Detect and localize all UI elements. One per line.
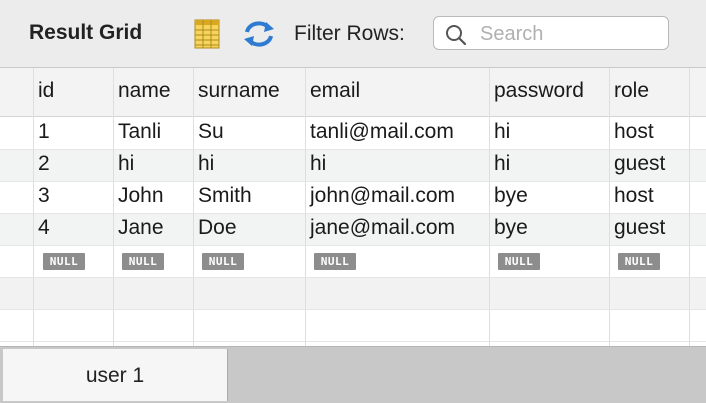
column-header-password[interactable]: password (494, 79, 584, 103)
search-icon (446, 25, 467, 46)
cell-email[interactable]: john@mail.com (310, 184, 455, 208)
row-divider (0, 309, 706, 310)
refresh-icon[interactable] (242, 19, 276, 49)
table-row[interactable]: 4 Jane Doe jane@mail.com bye guest (0, 213, 706, 245)
column-header-role[interactable]: role (614, 79, 649, 103)
cell-id[interactable]: 1 (38, 120, 50, 144)
cell-id[interactable]: 4 (38, 216, 50, 240)
row-divider (0, 213, 706, 214)
column-divider[interactable] (689, 68, 690, 346)
null-badge[interactable]: NULL (618, 253, 660, 270)
row-divider (0, 245, 706, 246)
search-field[interactable] (433, 16, 669, 50)
result-grid-title: Result Grid (29, 21, 143, 44)
result-tab-bar: user 1 (0, 346, 706, 403)
cell-password[interactable]: hi (494, 120, 510, 144)
column-divider[interactable] (113, 68, 114, 346)
empty-row (0, 277, 706, 309)
cell-name[interactable]: Tanli (118, 120, 161, 144)
cell-email[interactable]: hi (310, 152, 326, 176)
row-divider (0, 181, 706, 182)
table-row[interactable]: 3 John Smith john@mail.com bye host (0, 181, 706, 213)
cell-name[interactable]: hi (118, 152, 134, 176)
row-divider (0, 277, 706, 278)
cell-surname[interactable]: Smith (198, 184, 252, 208)
cell-email[interactable]: jane@mail.com (310, 216, 455, 240)
cell-password[interactable]: bye (494, 184, 528, 208)
column-divider[interactable] (193, 68, 194, 346)
filter-rows-label: Filter Rows: (294, 22, 405, 45)
cell-role[interactable]: guest (614, 152, 665, 176)
null-badge[interactable]: NULL (122, 253, 164, 270)
result-grid: id name surname email password role 1 Ta… (0, 68, 706, 346)
grid-view-icon[interactable] (194, 19, 220, 49)
column-header-email[interactable]: email (310, 79, 360, 103)
cell-name[interactable]: John (118, 184, 164, 208)
cell-surname[interactable]: Su (198, 120, 224, 144)
result-grid-toolbar: Result Grid Filter Rows: (0, 0, 706, 68)
column-divider[interactable] (33, 68, 34, 346)
cell-surname[interactable]: Doe (198, 216, 237, 240)
tab-label: user 1 (85, 364, 145, 387)
empty-row (0, 309, 706, 341)
table-row[interactable]: 2 hi hi hi hi guest (0, 149, 706, 181)
cell-role[interactable]: guest (614, 216, 665, 240)
null-badge[interactable]: NULL (43, 253, 85, 270)
cell-id[interactable]: 2 (38, 152, 50, 176)
row-divider (0, 341, 706, 342)
new-row[interactable]: NULL NULL NULL NULL NULL NULL (0, 245, 706, 277)
cell-name[interactable]: Jane (118, 216, 164, 240)
grid-header: id name surname email password role (0, 68, 706, 117)
row-divider (0, 149, 706, 150)
column-header-id[interactable]: id (38, 79, 54, 103)
search-input[interactable] (478, 21, 662, 47)
tab-user-1[interactable]: user 1 (3, 349, 228, 401)
cell-email[interactable]: tanli@mail.com (310, 120, 454, 144)
column-divider[interactable] (305, 68, 306, 346)
column-header-name[interactable]: name (118, 79, 171, 103)
column-header-surname[interactable]: surname (198, 79, 280, 103)
table-row[interactable]: 1 Tanli Su tanli@mail.com hi host (0, 117, 706, 149)
column-divider[interactable] (489, 68, 490, 346)
cell-password[interactable]: hi (494, 152, 510, 176)
cell-role[interactable]: host (614, 184, 654, 208)
null-badge[interactable]: NULL (498, 253, 540, 270)
cell-surname[interactable]: hi (198, 152, 214, 176)
column-divider[interactable] (609, 68, 610, 346)
null-badge[interactable]: NULL (314, 253, 356, 270)
cell-id[interactable]: 3 (38, 184, 50, 208)
cell-password[interactable]: bye (494, 216, 528, 240)
null-badge[interactable]: NULL (202, 253, 244, 270)
cell-role[interactable]: host (614, 120, 654, 144)
